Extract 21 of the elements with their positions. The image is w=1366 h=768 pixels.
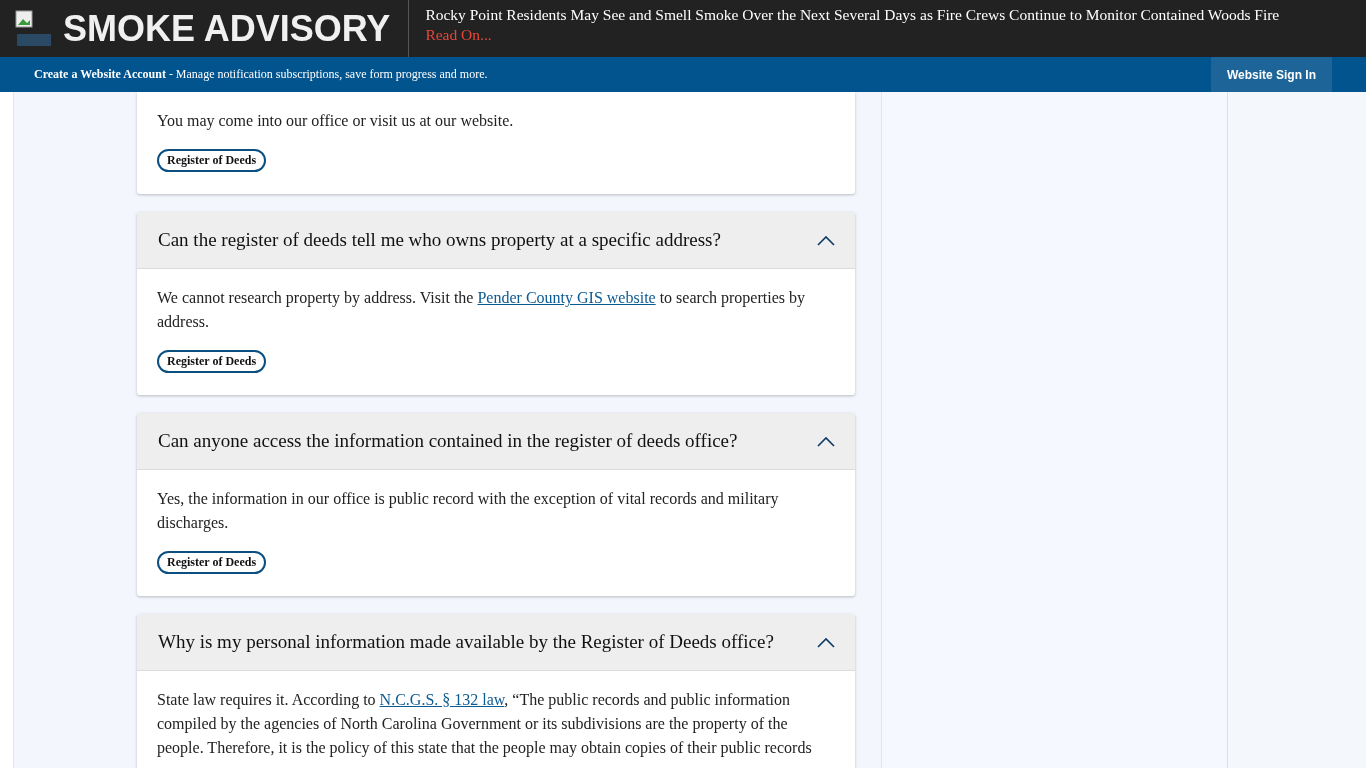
faq-question-header[interactable]: Can the register of deeds tell me who owns property at a specific address?: [137, 212, 855, 269]
category-tag[interactable]: Register of Deeds: [157, 149, 267, 172]
faq-answer: We cannot research property by address. Visit the Pender County GIS website to search properties by address.: [157, 288, 806, 332]
website-sign-in-button[interactable]: Website Sign In: [1210, 57, 1332, 92]
faq-answer: Yes, the information in our office is public record with the exception of vital records and military discharges.: [157, 489, 780, 534]
broken-image-icon: [15, 9, 53, 48]
faq-question-header[interactable]: Can anyone access the information contained in the register of deeds office?: [137, 413, 855, 470]
read-on-link[interactable]: Read On...: [425, 26, 492, 44]
category-tag[interactable]: Register of Deeds: [157, 551, 267, 574]
alert-title: SMOKE ADVISORY: [63, 7, 391, 50]
chevron-up-icon[interactable]: [817, 234, 835, 246]
chevron-up-icon[interactable]: [817, 435, 835, 447]
faq-question-header[interactable]: Why is my personal information made available by the Register of Deeds office?: [137, 614, 855, 671]
alert-headline: Rocky Point Residents May See and Smell Smoke Over the Next Several Days as Fire Crews Continue to Monitor Contained Woods Fire: [425, 6, 1280, 24]
answer-link[interactable]: N.C.G.S. § 132 law: [379, 691, 505, 708]
answer-link[interactable]: Pender County GIS website: [477, 289, 656, 306]
chevron-up-icon[interactable]: [817, 636, 835, 648]
account-banner-text: Create a Website Account - Manage notification subscriptions, save form progress and more.: [34, 67, 488, 82]
faq-answer: State law requires it. According to N.C.G.S. § 132 law, “The public records and public information compiled by the agencies of North Carolina Government or its subdivisions are the property of the people. Therefore, it is the policy of this state that the people may obtain copies of their public records: [157, 690, 813, 759]
faq-answer: You may come into our office or visit us at our website.: [157, 111, 515, 132]
category-tag[interactable]: Register of Deeds: [157, 350, 267, 373]
